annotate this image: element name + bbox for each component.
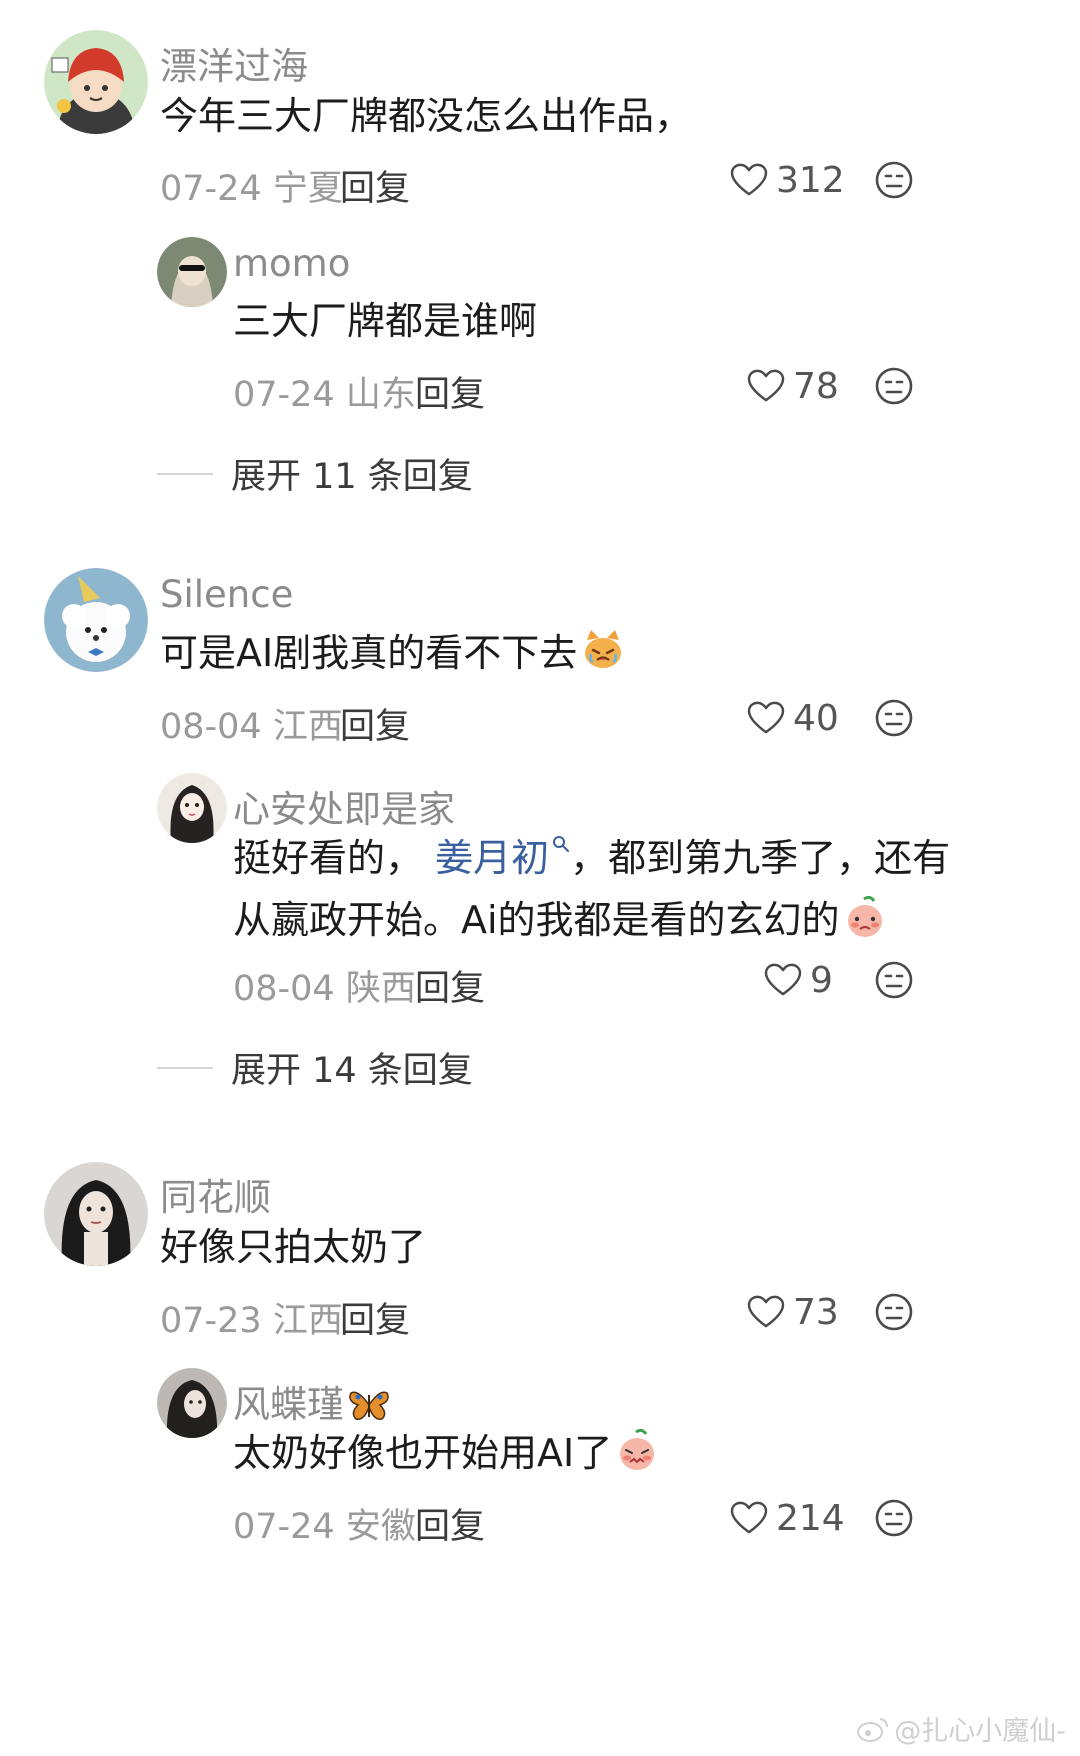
reply-location: 安徽: [345, 1507, 416, 1547]
reply-button[interactable]: 回复: [415, 1498, 485, 1549]
comment-meta: 07-23 江西: [160, 1292, 343, 1343]
reply-username[interactable]: 风蝶瑾: [233, 1374, 390, 1428]
like-button[interactable]: 214: [730, 1493, 845, 1543]
heart-icon: [730, 1501, 768, 1535]
woman-portrait-avatar-icon[interactable]: [44, 1162, 148, 1266]
like-count: 73: [793, 1291, 839, 1333]
butterfly-icon: [349, 1391, 389, 1420]
comment-location: 江西: [272, 1301, 343, 1341]
dislike-face-icon[interactable]: [874, 1292, 914, 1332]
comment-thread-3: 同花顺 好像只拍太奶了 07-23 江西 回复 73 风蝶瑾 太奶好像也开始用A…: [0, 0, 1080, 1756]
reply-text-content: 太奶好像也开始用AI了: [233, 1431, 613, 1475]
like-count: 214: [776, 1497, 845, 1539]
comment-date: 07-23: [160, 1301, 262, 1341]
reply-username-text: 风蝶瑾: [233, 1383, 344, 1426]
shy-peach-emoji-icon: [620, 1428, 655, 1470]
weibo-logo-icon: [857, 1717, 889, 1742]
woman-dark-hair-avatar-icon[interactable]: [157, 1368, 227, 1438]
like-button[interactable]: 73: [747, 1287, 839, 1337]
reply-button[interactable]: 回复: [340, 1292, 410, 1343]
heart-icon: [747, 1295, 785, 1329]
reply-date: 07-24: [233, 1507, 335, 1547]
watermark-text: @扎心小魔仙-: [894, 1716, 1066, 1747]
weibo-watermark: @扎心小魔仙-: [856, 1709, 1066, 1748]
dislike-face-icon[interactable]: [874, 1498, 914, 1538]
reply-meta: 07-24 安徽: [233, 1498, 416, 1549]
comment-text: 好像只拍太奶了: [160, 1225, 427, 1269]
reply-text: 太奶好像也开始用AI了: [233, 1422, 658, 1484]
comment-username[interactable]: 同花顺: [160, 1167, 271, 1221]
